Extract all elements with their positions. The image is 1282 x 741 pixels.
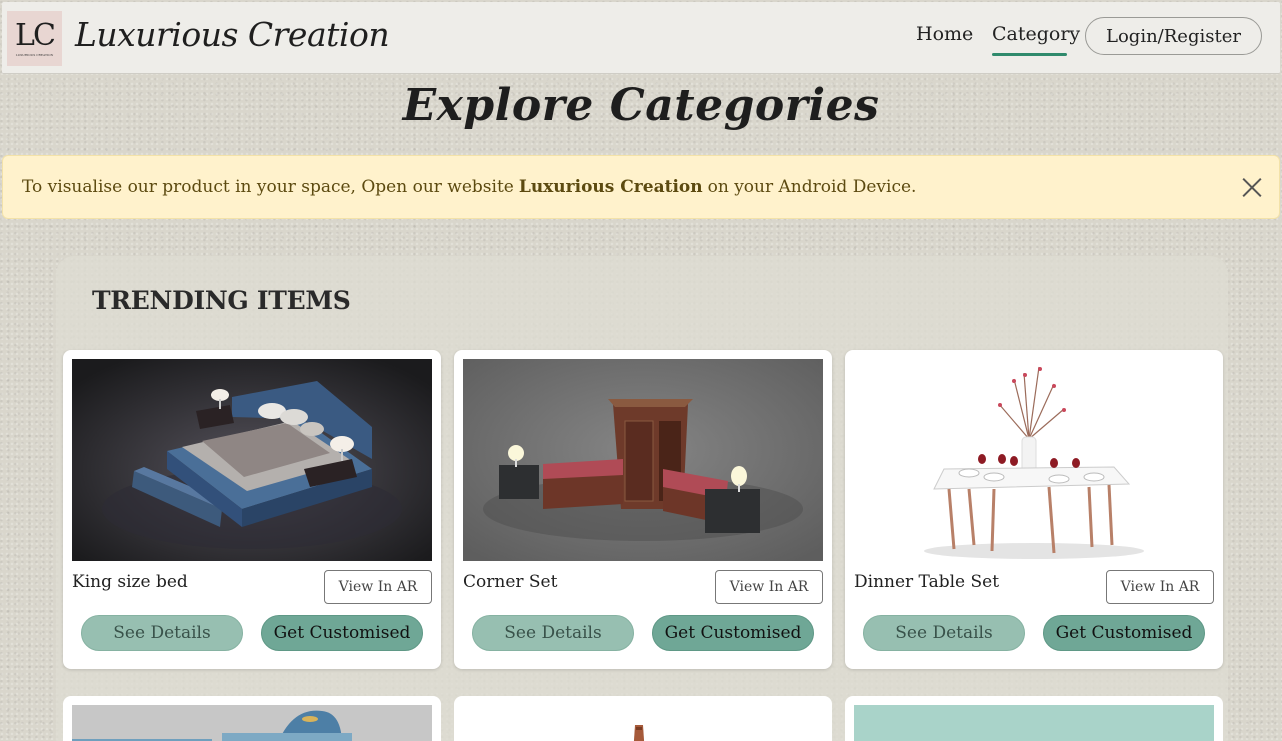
see-details-button[interactable]: See Details [472, 615, 634, 651]
alert-text-after: on your Android Device. [707, 177, 917, 197]
nav-category-link[interactable]: Category [992, 23, 1080, 45]
product-image[interactable] [854, 705, 1214, 741]
product-card [63, 696, 441, 741]
product-card [454, 696, 832, 741]
view-in-ar-button[interactable]: View In AR [1106, 570, 1214, 604]
logo-letters: LC [15, 17, 56, 53]
product-name: King size bed [72, 572, 188, 592]
alert-text-before: To visualise our product in your space, … [22, 177, 514, 197]
get-customised-button[interactable]: Get Customised [1043, 615, 1205, 651]
product-name: Dinner Table Set [854, 572, 1000, 592]
logo[interactable]: LC LUXURIOUS CREATION [7, 11, 62, 66]
king-bed-image[interactable] [72, 359, 432, 561]
corner-set-image[interactable] [463, 359, 823, 561]
view-in-ar-button[interactable]: View In AR [715, 570, 823, 604]
nav-home-link[interactable]: Home [916, 23, 973, 45]
close-icon[interactable] [1241, 176, 1263, 198]
crib-image[interactable] [72, 705, 432, 741]
product-card: Dinner Table Set View In AR See Details … [845, 350, 1223, 669]
login-register-button[interactable]: Login/Register [1085, 17, 1262, 55]
alert-highlight: Luxurious Creation [518, 177, 703, 197]
see-details-button[interactable]: See Details [863, 615, 1025, 651]
get-customised-button[interactable]: Get Customised [652, 615, 814, 651]
android-ar-alert: To visualise our product in your space, … [2, 155, 1280, 219]
logo-tagline: LUXURIOUS CREATION [15, 52, 54, 57]
product-card [845, 696, 1223, 741]
product-card: King size bed View In AR See Details Get… [63, 350, 441, 669]
brand-title[interactable]: Luxurious Creation [75, 15, 390, 54]
view-in-ar-button[interactable]: View In AR [324, 570, 432, 604]
see-details-button[interactable]: See Details [81, 615, 243, 651]
get-customised-button[interactable]: Get Customised [261, 615, 423, 651]
product-card: Corner Set View In AR See Details Get Cu… [454, 350, 832, 669]
page-title: Explore Categories [402, 80, 880, 131]
product-name: Corner Set [463, 572, 558, 592]
lamp-image[interactable] [463, 705, 823, 741]
dinner-table-image[interactable] [854, 359, 1214, 561]
active-nav-indicator [992, 53, 1067, 56]
trending-section: TRENDING ITEMS King size bed View In AR … [56, 256, 1228, 741]
section-title: TRENDING ITEMS [92, 286, 351, 315]
